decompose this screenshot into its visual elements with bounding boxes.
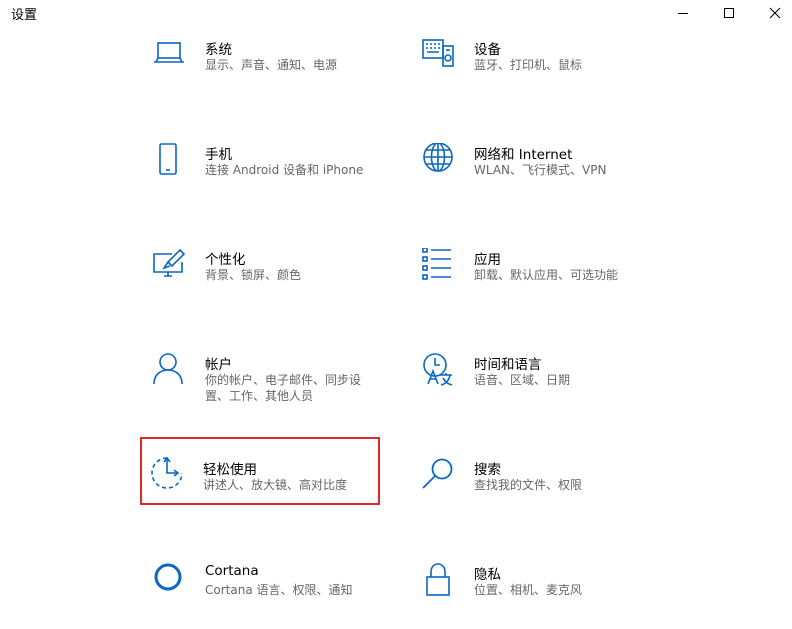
tile-title: 隐私 xyxy=(474,567,501,583)
tile-title: 网络和 Internet xyxy=(474,147,573,163)
person-icon xyxy=(152,353,186,387)
lock-icon xyxy=(421,563,455,597)
keyboard-devices-icon xyxy=(421,38,455,72)
tile-network-internet[interactable]: 网络和 Internet WLAN、飞行模式、VPN xyxy=(411,141,651,209)
tile-title: 设备 xyxy=(474,42,501,58)
tile-description: 讲述人、放大镜、高对比度 xyxy=(203,478,348,492)
tile-description: Cortana 语言、权限、通知 xyxy=(205,583,353,597)
tile-title: 帐户 xyxy=(205,357,232,373)
tile-description: 位置、相机、麦克风 xyxy=(474,583,583,597)
tile-phone[interactable]: 手机 连接 Android 设备和 iPhone xyxy=(142,141,382,209)
phone-icon xyxy=(152,143,186,177)
tile-title: 个性化 xyxy=(205,252,246,268)
tile-description: 蓝牙、打印机、鼠标 xyxy=(474,58,583,72)
tile-description: 背景、锁屏、颜色 xyxy=(205,268,302,282)
tile-description: WLAN、飞行模式、VPN xyxy=(474,163,607,177)
tile-title: 轻松使用 xyxy=(203,462,257,478)
close-icon xyxy=(769,7,781,19)
tile-description: 查找我的文件、权限 xyxy=(474,478,583,492)
laptop-icon xyxy=(152,38,186,72)
search-icon xyxy=(421,458,455,492)
tile-title: 系统 xyxy=(205,42,232,58)
cortana-icon xyxy=(152,563,186,597)
tile-title: 手机 xyxy=(205,147,232,163)
tile-title: Cortana xyxy=(205,563,259,579)
tile-description: 卸载、默认应用、可选功能 xyxy=(474,268,619,282)
tile-description: 连接 Android 设备和 iPhone xyxy=(205,163,364,177)
tile-ease-of-access[interactable]: 轻松使用 讲述人、放大镜、高对比度 xyxy=(140,437,380,505)
tile-description: 显示、声音、通知、电源 xyxy=(205,58,338,72)
minimize-button[interactable] xyxy=(660,0,706,26)
ease-of-access-icon xyxy=(150,456,184,490)
tile-search[interactable]: 搜索 查找我的文件、权限 xyxy=(411,456,651,524)
close-button[interactable] xyxy=(752,0,792,26)
tile-title: 时间和语言 xyxy=(474,357,542,373)
globe-icon xyxy=(421,143,455,177)
window-title: 设置 xyxy=(11,8,38,23)
tile-personalization[interactable]: 个性化 背景、锁屏、颜色 xyxy=(142,246,382,314)
tile-apps[interactable]: 应用 卸载、默认应用、可选功能 xyxy=(411,246,651,314)
tile-description: 语音、区域、日期 xyxy=(474,373,571,387)
maximize-button[interactable] xyxy=(706,0,752,26)
tile-description: 你的帐户、电子邮件、同步设置、工作、其他人员 xyxy=(205,373,362,403)
title-bar: 设置 xyxy=(0,0,792,28)
paint-monitor-icon xyxy=(152,248,186,282)
tile-time-language[interactable]: 时间和语言 语音、区域、日期 xyxy=(411,351,651,419)
tile-title: 应用 xyxy=(474,252,501,268)
tile-devices[interactable]: 设备 蓝牙、打印机、鼠标 xyxy=(411,36,651,104)
tile-accounts[interactable]: 帐户 你的帐户、电子邮件、同步设置、工作、其他人员 xyxy=(142,351,382,419)
maximize-icon xyxy=(724,8,734,18)
tile-system[interactable]: 系统 显示、声音、通知、电源 xyxy=(142,36,382,104)
tile-title: 搜索 xyxy=(474,462,501,478)
time-language-icon xyxy=(421,353,455,387)
minimize-icon xyxy=(678,13,688,14)
apps-list-icon xyxy=(421,248,455,282)
